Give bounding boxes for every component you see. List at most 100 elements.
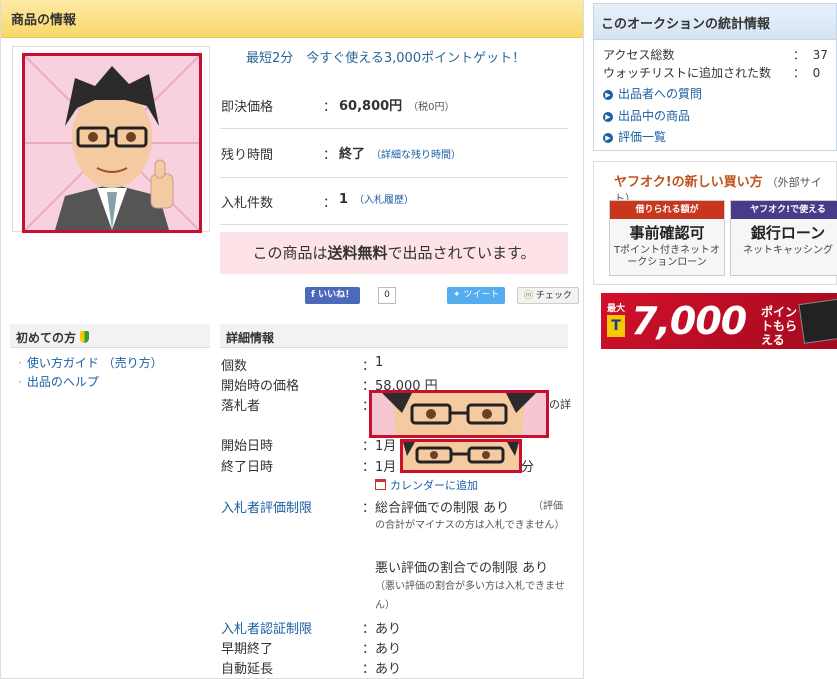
loan-card-main: 事前確認可 (629, 224, 705, 242)
detail-colon: ： (362, 662, 376, 677)
watchlist-count-value: ： 0 (793, 64, 820, 81)
bank-loan-card-top: ヤフオク!で使える (731, 201, 837, 219)
like-label: いいね！ (318, 290, 355, 300)
add-to-calendar[interactable]: カレンダーに追加 (375, 477, 478, 493)
seller-items-label: 出品中の商品 (618, 109, 691, 123)
tweet-label: ツイート (463, 290, 500, 300)
date-redaction-overlay (400, 439, 522, 473)
avatar-illustration (25, 56, 199, 230)
detail-colon: ： (362, 359, 376, 374)
loan-card-top: 借りられる額が (610, 201, 724, 219)
bank-loan-card-main: 銀行ローン (750, 224, 826, 242)
like-count: 0 (378, 287, 396, 304)
beginner-leaf-icon (80, 331, 90, 343)
end-date-label: 終了日時 (221, 460, 274, 475)
free-shipping-notice: この商品は送料無料で出品されています。 (220, 232, 568, 274)
facebook-like-button[interactable]: f いいね！ (305, 287, 361, 304)
end-date-minute-suffix: 分 (521, 460, 535, 475)
time-left-value: 終了 （詳細な残り時間） (339, 143, 461, 162)
banner-max-label: 最大 (607, 304, 626, 314)
item-photo[interactable] (22, 53, 202, 233)
info-divider (220, 128, 568, 129)
item-info-header: 商品の情報 (1, 0, 583, 38)
detail-colon: ： (362, 622, 376, 637)
usage-guide-link[interactable]: 使い方ガイド （売り方） (18, 354, 163, 371)
face-crop-image (403, 442, 519, 470)
auction-stats-panel: このオークションの統計情報 アクセス総数 ： 37 ウォッチリストに追加された数… (593, 3, 837, 151)
rating-list-label: 評価一覧 (618, 130, 667, 144)
bid-count-colon: ： (323, 196, 337, 211)
calendar-link-label: カレンダーに追加 (390, 479, 478, 492)
bid-count-label: 入札件数 (221, 196, 274, 211)
access-count-number: 37 (812, 48, 828, 62)
shipping-free-text: 送料無料 (327, 244, 388, 262)
new-buying-methods-panel: ヤフオク!の新しい買い方 （外部サイト） 借りられる額が 事前確認可 Tポイント付… (593, 161, 837, 285)
tweet-button[interactable]: ✦ ツイート (447, 287, 506, 304)
quantity-value: 1 (375, 355, 384, 370)
buyout-price-amount: 60,800円 (339, 99, 403, 114)
beginners-header: 初めての方 (10, 324, 210, 348)
banner-points-unit: ポイントもらえる (761, 305, 798, 347)
time-left-status: 終了 (339, 147, 366, 162)
banner-points-amount: 7,000 (631, 299, 747, 343)
auto-extend-value: あり (375, 662, 402, 677)
ask-seller-label: 出品者への質問 (618, 87, 703, 101)
tax-note: （税0円） (408, 102, 455, 113)
tpoint-logo-icon: T (607, 315, 625, 337)
check-label: チェック (535, 291, 572, 301)
bad-rating-limit: 悪い評価の割合での制限 あり (375, 561, 549, 576)
detail-colon: ： (362, 501, 376, 516)
listing-help-link[interactable]: 出品のヘルプ (18, 373, 99, 390)
bid-count-number: 1 (339, 192, 349, 207)
arrow-circle-icon: ▶ (603, 112, 613, 122)
calendar-icon (375, 479, 386, 490)
info-divider (220, 224, 568, 225)
ask-seller-link[interactable]: ▶ 出品者への質問 (603, 85, 702, 102)
detailed-time-link[interactable]: （詳細な残り時間） (371, 150, 461, 161)
auction-stats-header: このオークションの統計情報 (594, 4, 836, 40)
start-date-label: 開始日時 (221, 439, 274, 454)
loan-card-button[interactable]: 借りられる額が 事前確認可 Tポイント付きネットオークションローン (609, 200, 725, 276)
arrow-circle-icon: ▶ (603, 90, 613, 100)
detail-info-header: 詳細情報 (220, 324, 568, 348)
start-price-label: 開始時の価格 (221, 379, 300, 394)
winner-redaction-overlay (369, 390, 549, 438)
credit-card-image (798, 298, 837, 344)
buyout-price-value: 60,800円 （税0円） (339, 95, 455, 114)
twitter-bird-icon: ✦ (453, 290, 464, 300)
bank-loan-card-sub: ネットキャッシング (743, 245, 833, 256)
end-date-value: 1月 (375, 460, 397, 475)
detail-colon: ： (362, 439, 376, 454)
bad-rating-note: （悪い評価の割合が多い方は入札できません） (375, 581, 565, 611)
bidder-auth-limit-value: あり (375, 622, 402, 637)
watchlist-count-label: ウォッチリストに追加された数 (603, 66, 772, 80)
face-crop-image (372, 393, 546, 435)
mixi-check-button[interactable]: ⓜ チェック (517, 287, 579, 304)
auto-extend-label: 自動延長 (221, 662, 274, 677)
rating-list-link[interactable]: ▶ 評価一覧 (603, 128, 666, 145)
winner-detail-link[interactable]: の詳 (549, 396, 571, 412)
watchlist-count-number: 0 (812, 66, 821, 80)
bid-history-link[interactable]: （入札履歴） (354, 195, 414, 206)
arrow-circle-icon: ▶ (603, 133, 613, 143)
bidder-rating-limit-label[interactable]: 入札者評価制限 (221, 497, 312, 516)
new-buying-title-text: ヤフオク!の新しい買い方 (614, 175, 763, 190)
bank-loan-card-button[interactable]: ヤフオク!で使える 銀行ローン ネットキャッシング (730, 200, 837, 276)
buyout-price-label: 即決価格 (221, 100, 274, 115)
stats-colon: ： (793, 48, 806, 62)
detail-colon: ： (362, 460, 376, 475)
access-count-value: ： 37 (793, 46, 828, 63)
time-left-colon: ： (323, 148, 337, 163)
time-left-label: 残り時間 (221, 148, 274, 163)
seller-items-link[interactable]: ▶ 出品中の商品 (603, 107, 690, 124)
mixi-icon: ⓜ (524, 291, 536, 301)
overall-rating-note: （評価の合計がマイナスの方は入札できません） (375, 501, 565, 531)
info-divider (220, 177, 568, 178)
access-count-label: アクセス総数 (603, 48, 675, 62)
bidder-auth-limit-label[interactable]: 入札者認証制限 (221, 618, 312, 637)
detail-colon: ： (362, 642, 376, 657)
tpoint-campaign-banner[interactable]: 最大 T 7,000 ポイントもらえる (601, 293, 837, 349)
buyout-price-colon: ： (323, 100, 337, 115)
facebook-icon: f (311, 290, 319, 300)
point-promo-link[interactable]: 最短2分 今すぐ使える3,000ポイントゲット！ (246, 47, 525, 66)
